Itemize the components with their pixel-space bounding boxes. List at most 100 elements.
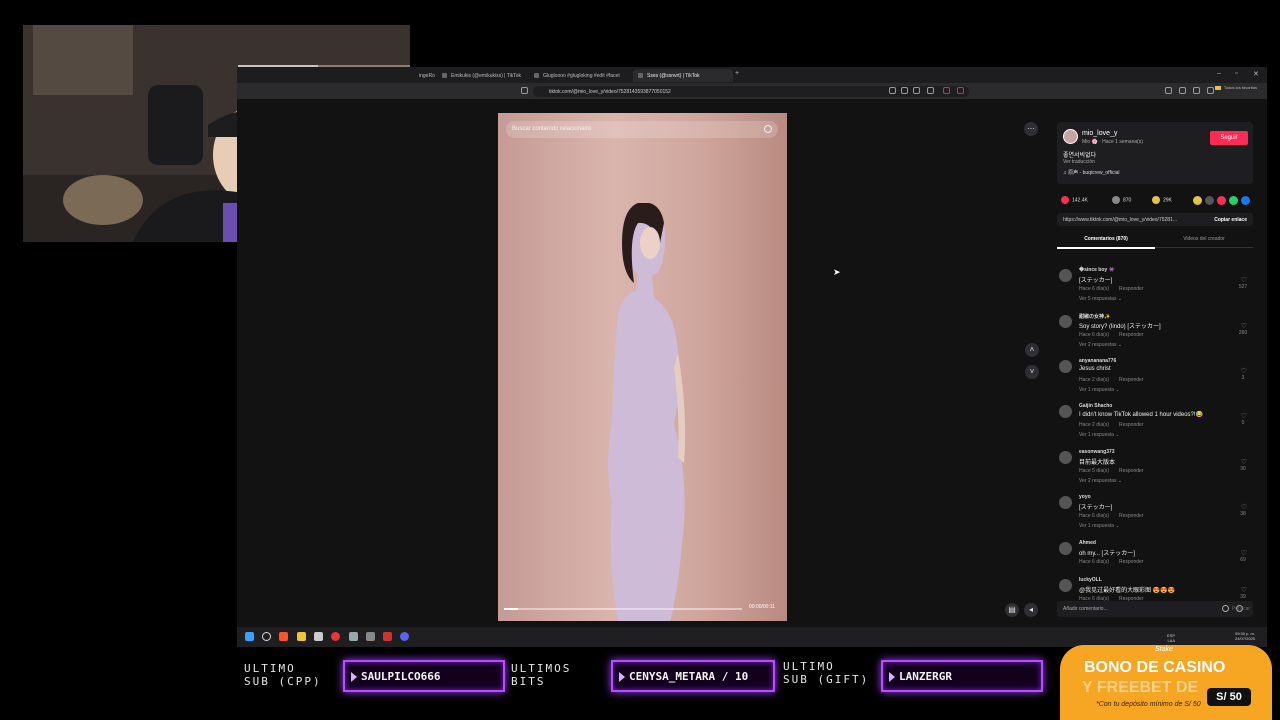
heart-icon[interactable]: ♡ — [1241, 322, 1247, 330]
view-replies-button[interactable]: Ver 2 respuestas ⌄ — [1079, 342, 1122, 348]
menu-icon[interactable] — [1207, 87, 1214, 94]
heart-icon[interactable]: ♡ — [1241, 586, 1247, 594]
reply-button[interactable]: Responder — [1119, 559, 1143, 565]
heart-icon[interactable]: ♡ — [1241, 549, 1247, 557]
view-replies-button[interactable]: Ver 2 respuestas ⌄ — [1079, 478, 1122, 484]
captions-icon[interactable]: ▤ — [1005, 603, 1019, 617]
tab-comments[interactable]: Comentarios (870) — [1057, 236, 1155, 249]
stake-logo: Stake — [1155, 646, 1173, 653]
browser-tab-active[interactable]: Sses (@ssnvrt) | TikTok — [633, 69, 733, 82]
view-replies-button[interactable]: Ver 1 respuesta ⌄ — [1079, 387, 1120, 393]
maximize-icon[interactable]: ▫ — [1235, 70, 1237, 77]
avatar[interactable] — [1059, 542, 1072, 555]
close-icon[interactable]: ✕ — [1253, 70, 1259, 78]
view-replies-button[interactable]: Ver 1 respuesta ⌄ — [1079, 432, 1120, 438]
extension-icon[interactable] — [927, 87, 934, 94]
discord-icon[interactable] — [400, 632, 409, 641]
publish-button[interactable]: Publicar — [1232, 606, 1250, 612]
comment-author[interactable]: Gaijin Shacho — [1079, 403, 1112, 409]
embed-icon[interactable] — [1205, 196, 1214, 205]
heart-icon[interactable]: ♡ — [1241, 503, 1247, 511]
bookmarks-bar[interactable]: Todos los favoritos — [1214, 85, 1257, 90]
copy-link-button[interactable]: Copiar enlace — [1214, 217, 1247, 223]
volume-icon[interactable]: ◂ — [1024, 603, 1038, 617]
system-tray[interactable]: ESP LAA 09:30 p. m. 24/07/2025 — [1167, 631, 1255, 643]
like-button[interactable]: 142.4K — [1061, 196, 1088, 204]
next-video-button[interactable]: ˅ — [1025, 365, 1039, 379]
heart-icon[interactable]: ♡ — [1241, 412, 1247, 420]
avatar[interactable] — [1059, 315, 1072, 328]
comment-date: Hace 6 día(s) — [1079, 286, 1110, 292]
follow-button[interactable]: Seguir — [1210, 131, 1248, 145]
brave-icon[interactable] — [279, 632, 288, 641]
tab-creator-videos[interactable]: Videos del creador — [1155, 236, 1253, 242]
reply-button[interactable]: Responder — [1119, 286, 1143, 292]
avatar[interactable] — [1059, 269, 1072, 282]
comment-author[interactable]: �since boy 👾 — [1079, 267, 1115, 273]
coin-icon[interactable] — [1193, 196, 1202, 205]
whatsapp-icon[interactable] — [1229, 196, 1238, 205]
comment-author[interactable]: 甜椒の女神✨ — [1079, 313, 1110, 320]
extension-icon[interactable] — [913, 87, 920, 94]
avatar[interactable] — [1059, 451, 1072, 464]
extension-icon[interactable] — [901, 87, 908, 94]
start-icon[interactable] — [245, 632, 254, 641]
save-button[interactable]: 29K — [1152, 196, 1172, 204]
creator-username[interactable]: mio_love_y — [1082, 130, 1117, 137]
extension-icon[interactable] — [943, 87, 950, 94]
comment-text: [ステッカー] — [1079, 278, 1113, 284]
new-tab-button[interactable]: + — [735, 70, 739, 77]
app-icon[interactable] — [349, 632, 358, 641]
browser-tab[interactable]: Emikukis (@emikukiss) | TikTok — [437, 69, 525, 82]
language-indicator[interactable]: ESP LAA — [1167, 633, 1175, 643]
extension-icon[interactable] — [889, 87, 896, 94]
comment-author[interactable]: yoyo — [1079, 494, 1091, 500]
share-icon[interactable] — [1217, 196, 1226, 205]
extension-icon[interactable] — [957, 87, 964, 94]
browser-tab[interactable]: ingeRobl — [405, 69, 435, 82]
video-progress-bar[interactable] — [504, 608, 742, 610]
minimize-icon[interactable]: – — [1217, 70, 1221, 77]
reply-button[interactable]: Responder — [1119, 422, 1143, 428]
reply-button[interactable]: Responder — [1119, 332, 1143, 338]
related-search-input[interactable]: Buscar contenido relacionado — [506, 121, 778, 138]
folder-icon[interactable] — [297, 632, 306, 641]
reply-button[interactable]: Responder — [1119, 468, 1143, 474]
previous-video-button[interactable]: ˄ — [1025, 343, 1039, 357]
music-link[interactable]: ♫ 原声 - buqicrew_official — [1063, 169, 1119, 176]
comment-author[interactable]: anyananana776 — [1079, 358, 1116, 364]
comment-author[interactable]: Ahmed — [1079, 540, 1096, 546]
see-translation-link[interactable]: Ver traducción — [1063, 159, 1095, 165]
heart-icon[interactable]: ♡ — [1241, 367, 1247, 375]
search-icon[interactable] — [262, 632, 271, 641]
app-icon[interactable] — [383, 632, 392, 641]
comment-date: Hace 6 día(s) — [1079, 513, 1110, 519]
avatar[interactable] — [1059, 496, 1072, 509]
view-replies-button[interactable]: Ver 1 respuesta ⌄ — [1079, 523, 1120, 529]
comment-author[interactable]: luckyOLL — [1079, 577, 1102, 583]
extensions-icon[interactable] — [1179, 87, 1186, 94]
download-icon[interactable] — [1193, 87, 1200, 94]
avatar[interactable] — [1059, 579, 1072, 592]
heart-icon[interactable]: ♡ — [1241, 458, 1247, 466]
mention-icon[interactable] — [1222, 605, 1229, 612]
avatar[interactable] — [1059, 360, 1072, 373]
reply-button[interactable]: Responder — [1119, 513, 1143, 519]
app-icon[interactable] — [314, 632, 323, 641]
add-comment-input[interactable]: Añadir comentario... — [1057, 601, 1253, 617]
bookmark-icon[interactable] — [521, 87, 528, 94]
browser-tab[interactable]: Glugloooo #glugloking #edit #facet — [529, 69, 629, 82]
more-options-button[interactable]: ⋯ — [1024, 122, 1038, 136]
app-icon[interactable] — [366, 632, 375, 641]
view-replies-button[interactable]: Ver 5 respuestas ⌄ — [1079, 296, 1122, 302]
facebook-icon[interactable] — [1241, 196, 1250, 205]
avatar[interactable] — [1059, 405, 1072, 418]
comment-button[interactable]: 870 — [1112, 196, 1131, 204]
avatar[interactable] — [1063, 129, 1078, 144]
reply-button[interactable]: Responder — [1119, 377, 1143, 383]
comment-author[interactable]: easonwang373 — [1079, 449, 1115, 455]
profile-icon[interactable] — [1165, 87, 1172, 94]
video-player[interactable]: Buscar contenido relacionado 00:00/00:11 — [498, 113, 787, 621]
heart-icon[interactable]: ♡ — [1241, 276, 1247, 284]
obs-icon[interactable] — [331, 632, 340, 641]
